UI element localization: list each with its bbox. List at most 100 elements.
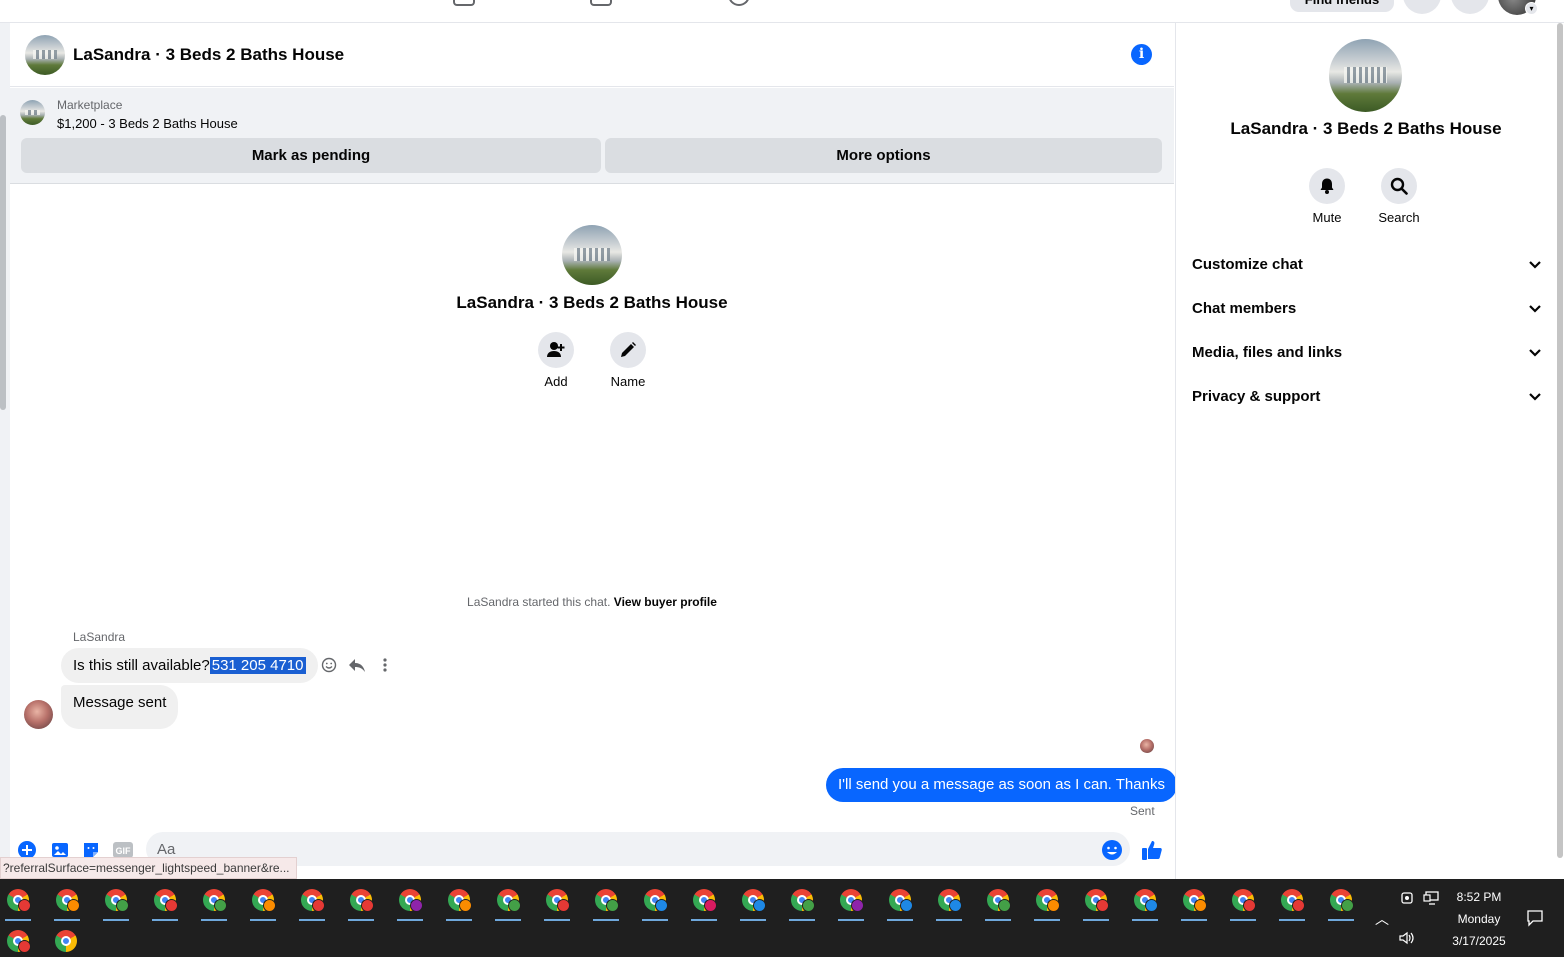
chrome-window-icon[interactable]	[540, 883, 574, 921]
chrome-window-icon[interactable]	[49, 924, 83, 957]
svg-text:GIF: GIF	[116, 846, 132, 856]
chrome-window-icon[interactable]	[1177, 883, 1211, 921]
more-options-button[interactable]: More options	[605, 138, 1162, 173]
section-label: Customize chat	[1192, 255, 1303, 273]
chrome-window-icon[interactable]	[834, 883, 868, 921]
section-label: Privacy & support	[1192, 387, 1321, 405]
account-avatar[interactable]: ▾	[1498, 0, 1538, 15]
clock-date[interactable]: 3/17/2025	[1440, 934, 1518, 948]
chrome-window-icon[interactable]	[295, 883, 329, 921]
edit-name-action[interactable]: Name	[593, 332, 663, 389]
chrome-window-icon[interactable]	[246, 883, 280, 921]
profile-badge-icon	[606, 899, 619, 912]
clock-day[interactable]: Monday	[1440, 912, 1518, 926]
profile-badge-icon	[900, 899, 913, 912]
sender-avatar[interactable]	[24, 700, 53, 729]
chrome-window-icon[interactable]	[1030, 883, 1064, 921]
menu-grid-button[interactable]	[1403, 0, 1441, 14]
find-friends-button[interactable]: Find friends	[1290, 0, 1394, 12]
chrome-window-icon[interactable]	[99, 883, 133, 921]
selected-phone-number[interactable]: 531 205 4710	[209, 657, 306, 674]
chrome-window-icon[interactable]	[932, 883, 966, 921]
chat-details-panel: LaSandra · 3 Beds 2 Baths House Mute Sea…	[1175, 23, 1555, 879]
chrome-window-icon[interactable]	[1226, 883, 1260, 921]
meet-now-icon[interactable]	[1398, 891, 1416, 908]
chrome-window-icon[interactable]	[1128, 883, 1162, 921]
chrome-window-icon[interactable]	[785, 883, 819, 921]
active-indicator	[691, 919, 717, 921]
mark-as-pending-button[interactable]: Mark as pending	[21, 138, 601, 173]
listing-thumbnail[interactable]	[20, 100, 45, 125]
chevron-up-icon[interactable]: ︿	[1372, 909, 1392, 929]
active-indicator	[936, 919, 962, 921]
volume-icon[interactable]	[1396, 931, 1418, 948]
chevron-down-icon	[1529, 393, 1541, 401]
chrome-window-icon[interactable]	[344, 883, 378, 921]
right-scrollbar-thumb[interactable]	[1557, 23, 1563, 858]
active-indicator	[593, 919, 619, 921]
chrome-window-icon[interactable]	[442, 883, 476, 921]
privacy-support-section[interactable]: Privacy & support	[1192, 374, 1542, 418]
panel-avatar[interactable]	[1329, 39, 1402, 112]
pencil-icon	[610, 332, 646, 368]
chrome-window-icon[interactable]	[736, 883, 770, 921]
add-people-action[interactable]: Add	[521, 332, 591, 389]
active-indicator	[887, 919, 913, 921]
chrome-window-icon[interactable]	[687, 883, 721, 921]
active-indicator	[642, 919, 668, 921]
panel-title: LaSandra · 3 Beds 2 Baths House	[1230, 119, 1502, 138]
notification-center-icon[interactable]	[1524, 909, 1546, 930]
chrome-window-icon[interactable]	[148, 883, 182, 921]
gaming-nav-icon[interactable]	[728, 0, 750, 6]
search-action[interactable]: Search	[1364, 168, 1434, 225]
incoming-message-bubble-2[interactable]: Message sent	[61, 685, 179, 729]
name-label: Name	[610, 374, 646, 389]
reply-icon[interactable]	[348, 655, 366, 675]
chrome-window-icon[interactable]	[50, 883, 84, 921]
chrome-window-icon[interactable]	[491, 883, 525, 921]
more-vertical-icon[interactable]	[376, 655, 394, 675]
groups-nav-icon[interactable]	[590, 0, 612, 6]
clock-time[interactable]: 8:52 PM	[1440, 890, 1518, 904]
react-smiley-icon[interactable]	[320, 655, 338, 675]
chat-members-section[interactable]: Chat members	[1192, 286, 1542, 330]
profile-badge-icon	[18, 940, 31, 953]
chrome-window-icon[interactable]	[638, 883, 672, 921]
left-scrollbar-thumb[interactable]	[0, 115, 6, 410]
intro-avatar	[562, 225, 622, 285]
chrome-window-icon[interactable]	[883, 883, 917, 921]
active-indicator	[348, 919, 374, 921]
emoji-icon[interactable]	[1101, 839, 1123, 861]
thumbs-up-icon[interactable]	[1141, 839, 1163, 861]
chat-title[interactable]: LaSandra · 3 Beds 2 Baths House	[73, 45, 344, 65]
view-buyer-profile-link[interactable]: View buyer profile	[614, 595, 717, 609]
chrome-window-icon[interactable]	[1, 883, 35, 921]
chrome-window-icon[interactable]	[1324, 883, 1358, 921]
chrome-window-icon[interactable]	[1, 924, 35, 957]
active-indicator	[201, 919, 227, 921]
active-indicator	[250, 919, 276, 921]
marketplace-label: Marketplace	[57, 98, 123, 112]
marketplace-nav-icon[interactable]	[453, 0, 475, 6]
chrome-window-icon[interactable]	[197, 883, 231, 921]
chevron-down-icon: ▾	[1525, 2, 1538, 15]
profile-badge-icon	[802, 899, 815, 912]
chat-avatar[interactable]	[25, 35, 65, 75]
chrome-window-icon[interactable]	[1079, 883, 1113, 921]
chrome-window-icon[interactable]	[1275, 883, 1309, 921]
customize-chat-section[interactable]: Customize chat	[1192, 242, 1542, 286]
chrome-window-icon[interactable]	[393, 883, 427, 921]
mute-action[interactable]: Mute	[1292, 168, 1362, 225]
info-icon[interactable]: i	[1131, 44, 1152, 65]
active-indicator	[103, 919, 129, 921]
network-icon[interactable]	[1421, 891, 1441, 908]
active-indicator	[1083, 919, 1109, 921]
incoming-message-bubble[interactable]: Is this still available? 531 205 4710	[61, 648, 318, 683]
media-files-links-section[interactable]: Media, files and links	[1192, 330, 1542, 374]
listing-title[interactable]: $1,200 - 3 Beds 2 Baths House	[57, 116, 238, 131]
profile-badge-icon	[312, 899, 325, 912]
outgoing-message-bubble[interactable]: I'll send you a message as soon as I can…	[826, 768, 1177, 802]
chrome-window-icon[interactable]	[589, 883, 623, 921]
notifications-button[interactable]	[1451, 0, 1489, 14]
chrome-window-icon[interactable]	[981, 883, 1015, 921]
